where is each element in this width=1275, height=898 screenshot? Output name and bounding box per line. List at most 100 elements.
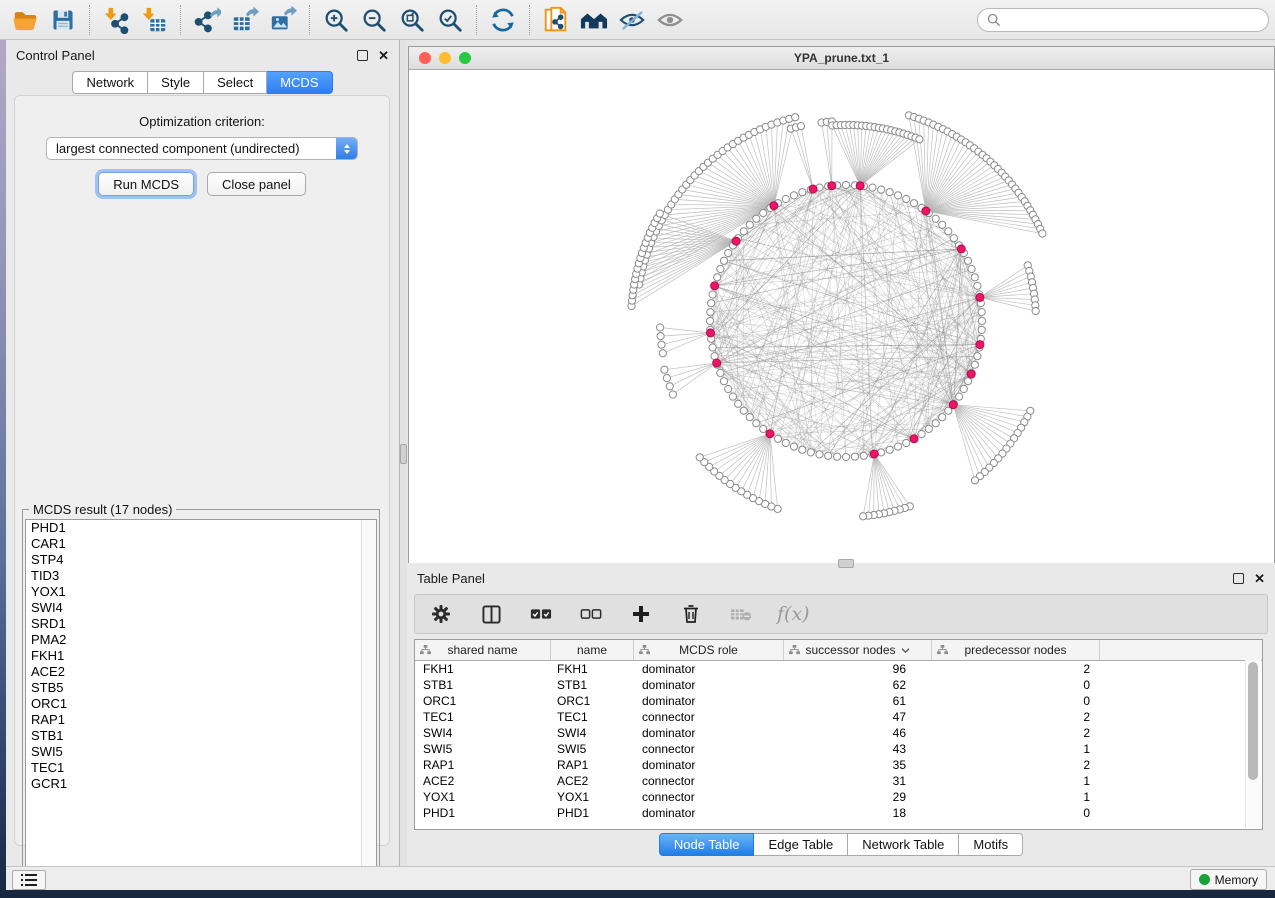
graph-node[interactable] <box>717 265 724 272</box>
table-row[interactable]: STB1STB1dominator620 <box>415 677 1262 693</box>
graph-node[interactable] <box>978 309 985 316</box>
graph-node[interactable] <box>720 257 727 264</box>
function-builder-button[interactable]: f(x) <box>777 603 810 625</box>
graph-node[interactable] <box>842 453 849 460</box>
zoom-out-button[interactable] <box>357 4 391 36</box>
deselect-all-columns-button[interactable] <box>577 600 605 628</box>
network-window-titlebar[interactable]: YPA_prune.txt_1 <box>409 47 1274 70</box>
table-row[interactable]: TEC1TEC1connector472 <box>415 709 1262 725</box>
graph-node[interactable] <box>807 449 814 456</box>
export-image-button[interactable] <box>266 4 300 36</box>
mcds-result-item[interactable]: FKH1 <box>26 648 376 664</box>
graph-mcds-node[interactable] <box>856 182 864 190</box>
graph-node[interactable] <box>939 414 946 421</box>
graph-node[interactable] <box>799 446 806 453</box>
mcds-result-item[interactable]: PHD1 <box>26 520 376 536</box>
graph-node[interactable] <box>964 257 971 264</box>
graph-node[interactable] <box>659 350 666 357</box>
graph-node[interactable] <box>725 249 732 256</box>
open-session-button[interactable] <box>8 4 42 36</box>
table-row[interactable]: YOX1YOX1connector291 <box>415 789 1262 805</box>
graph-node[interactable] <box>869 184 876 191</box>
graph-node[interactable] <box>782 439 789 446</box>
graph-node[interactable] <box>661 366 668 373</box>
mcds-result-item[interactable]: GCR1 <box>26 776 376 792</box>
table-scrollbar[interactable] <box>1245 660 1261 828</box>
graph-node[interactable] <box>971 274 978 281</box>
graph-node[interactable] <box>790 192 797 199</box>
graph-node[interactable] <box>894 192 901 199</box>
task-history-button[interactable] <box>12 870 46 890</box>
graph-node[interactable] <box>860 452 867 459</box>
zoom-fit-button[interactable] <box>395 4 429 36</box>
table-row[interactable]: SWI4SWI4dominator462 <box>415 725 1262 741</box>
mcds-result-item[interactable]: SWI4 <box>26 600 376 616</box>
graph-node[interactable] <box>950 235 957 242</box>
close-panel-button[interactable]: Close panel <box>207 172 306 196</box>
close-panel-icon[interactable]: ✕ <box>1254 574 1265 583</box>
graph-node[interactable] <box>894 443 901 450</box>
table-scrollbar-thumb[interactable] <box>1248 662 1258 780</box>
graph-mcds-node[interactable] <box>770 202 778 210</box>
export-network-button[interactable] <box>190 4 224 36</box>
graph-node[interactable] <box>663 375 670 382</box>
splitter-grip[interactable] <box>400 444 407 464</box>
graph-node[interactable] <box>964 378 971 385</box>
graph-node[interactable] <box>834 453 841 460</box>
run-mcds-button[interactable]: Run MCDS <box>98 172 194 196</box>
graph-node[interactable] <box>886 446 893 453</box>
graph-node[interactable] <box>945 228 952 235</box>
graph-node[interactable] <box>816 451 823 458</box>
graph-node[interactable] <box>1032 308 1039 315</box>
graph-mcds-node[interactable] <box>713 359 721 367</box>
graph-mcds-node[interactable] <box>828 182 836 190</box>
search-input[interactable] <box>1007 12 1259 28</box>
mcds-result-item[interactable]: RAP1 <box>26 712 376 728</box>
graph-node[interactable] <box>910 200 917 207</box>
graph-node[interactable] <box>696 454 703 461</box>
graph-node[interactable] <box>753 420 760 427</box>
mcds-result-item[interactable]: STP4 <box>26 552 376 568</box>
delete-table-button[interactable] <box>727 600 755 628</box>
graph-node[interactable] <box>792 114 799 121</box>
close-panel-icon[interactable]: ✕ <box>378 51 389 60</box>
graph-node[interactable] <box>886 189 893 196</box>
mcds-list-scrollbar[interactable] <box>361 520 376 877</box>
tab-network[interactable]: Network <box>72 71 148 94</box>
mcds-result-item[interactable]: STB1 <box>26 728 376 744</box>
mcds-result-item[interactable]: ACE2 <box>26 664 376 680</box>
zoom-in-button[interactable] <box>319 4 353 36</box>
graph-node[interactable] <box>740 228 747 235</box>
graph-mcds-node[interactable] <box>711 282 719 290</box>
graph-node[interactable] <box>735 400 742 407</box>
memory-button[interactable]: Memory <box>1190 869 1267 890</box>
mcds-result-item[interactable]: SRD1 <box>26 616 376 632</box>
graph-node[interactable] <box>708 300 715 307</box>
tab-mcds[interactable]: MCDS <box>267 71 332 94</box>
graph-node[interactable] <box>971 477 978 484</box>
zoom-selected-button[interactable] <box>433 4 467 36</box>
column-header-mcds-role[interactable]: MCDS role <box>634 640 784 660</box>
graph-node[interactable] <box>774 435 781 442</box>
graph-node[interactable] <box>978 317 985 324</box>
mcds-result-item[interactable]: YOX1 <box>26 584 376 600</box>
delete-column-button[interactable] <box>677 600 705 628</box>
mcds-result-item[interactable]: TID3 <box>26 568 376 584</box>
column-header-shared-name[interactable]: shared name <box>415 640 551 660</box>
graph-node[interactable] <box>842 181 849 188</box>
tab-style[interactable]: Style <box>148 71 204 94</box>
first-neighbors-button[interactable] <box>577 4 611 36</box>
column-header-predecessor-nodes[interactable]: predecessor nodes <box>932 640 1100 660</box>
graph-node[interactable] <box>797 123 804 130</box>
mcds-result-item[interactable]: STB5 <box>26 680 376 696</box>
graph-node[interactable] <box>746 414 753 421</box>
graph-mcds-node[interactable] <box>957 245 965 253</box>
create-column-button[interactable] <box>627 600 655 628</box>
table-row[interactable]: PHD1PHD1dominator180 <box>415 805 1262 821</box>
table-settings-button[interactable] <box>427 600 455 628</box>
graph-node[interactable] <box>971 361 978 368</box>
graph-node[interactable] <box>1039 230 1046 237</box>
graph-mcds-node[interactable] <box>949 401 957 409</box>
network-canvas[interactable] <box>409 70 1274 563</box>
graph-node[interactable] <box>729 393 736 400</box>
